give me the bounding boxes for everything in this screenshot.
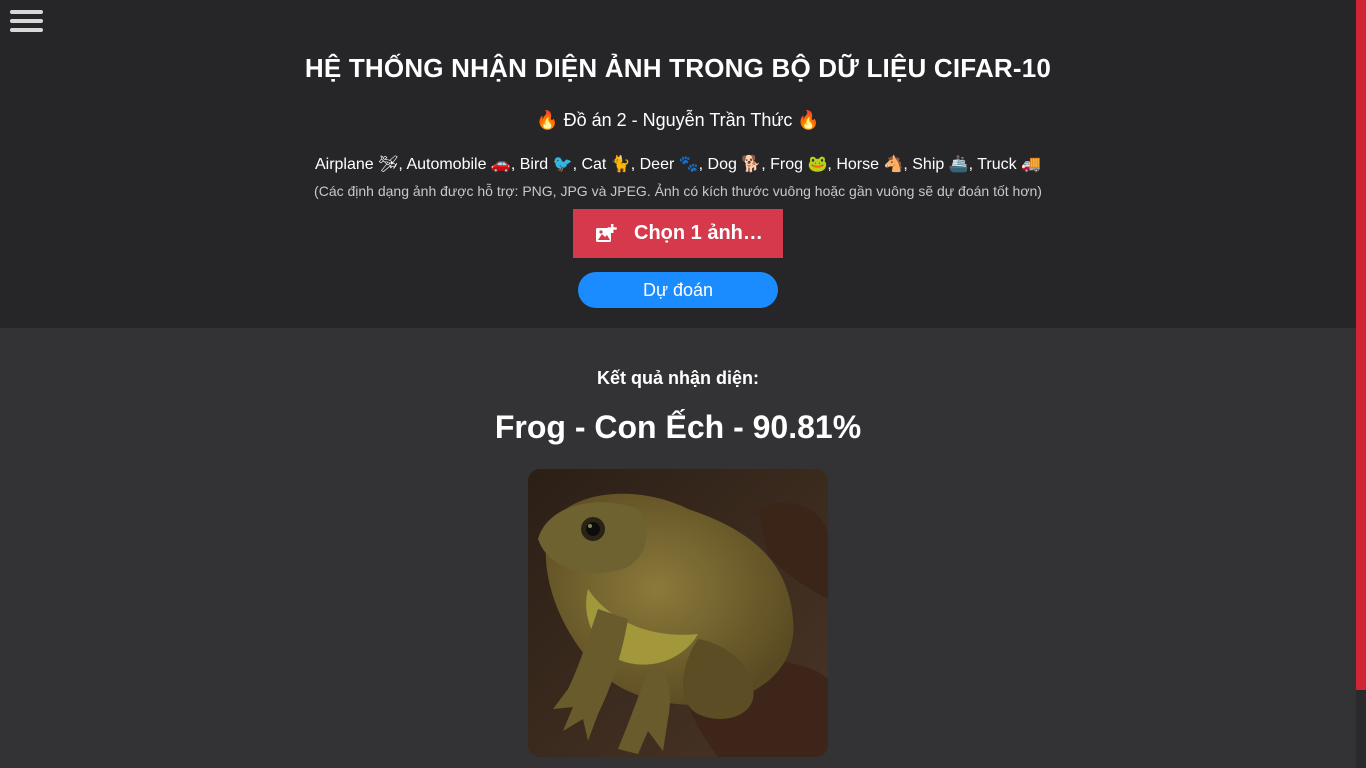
scrollbar-thumb[interactable] [1356,0,1366,690]
add-image-icon [596,223,617,242]
uploaded-frog-image [528,469,828,757]
page-title: HỆ THỐNG NHẬN DIỆN ẢNH TRONG BỘ DỮ LIỆU … [304,53,1052,83]
choose-image-button[interactable]: Chọn 1 ảnh… [573,209,783,258]
result-heading: Kết quả nhận diện: [597,368,759,388]
choose-image-label: Chọn 1 ảnh… [634,222,763,244]
class-list: Airplane 🛩, Automobile 🚗, Bird 🐦, Cat 🐈,… [314,156,1042,173]
predict-button[interactable]: Dự đoán [578,272,778,308]
hamburger-menu-icon[interactable] [10,8,44,34]
prediction-result: Frog - Con Ếch - 90.81% [494,409,862,445]
page-subtitle: 🔥 Đồ án 2 - Nguyễn Trần Thức 🔥 [536,110,820,130]
header-section: HỆ THỐNG NHẬN DIỆN ẢNH TRONG BỘ DỮ LIỆU … [0,0,1356,328]
format-note: (Các định dạng ảnh được hỗ trợ: PNG, JPG… [314,183,1042,199]
scrollbar[interactable] [1356,0,1366,768]
